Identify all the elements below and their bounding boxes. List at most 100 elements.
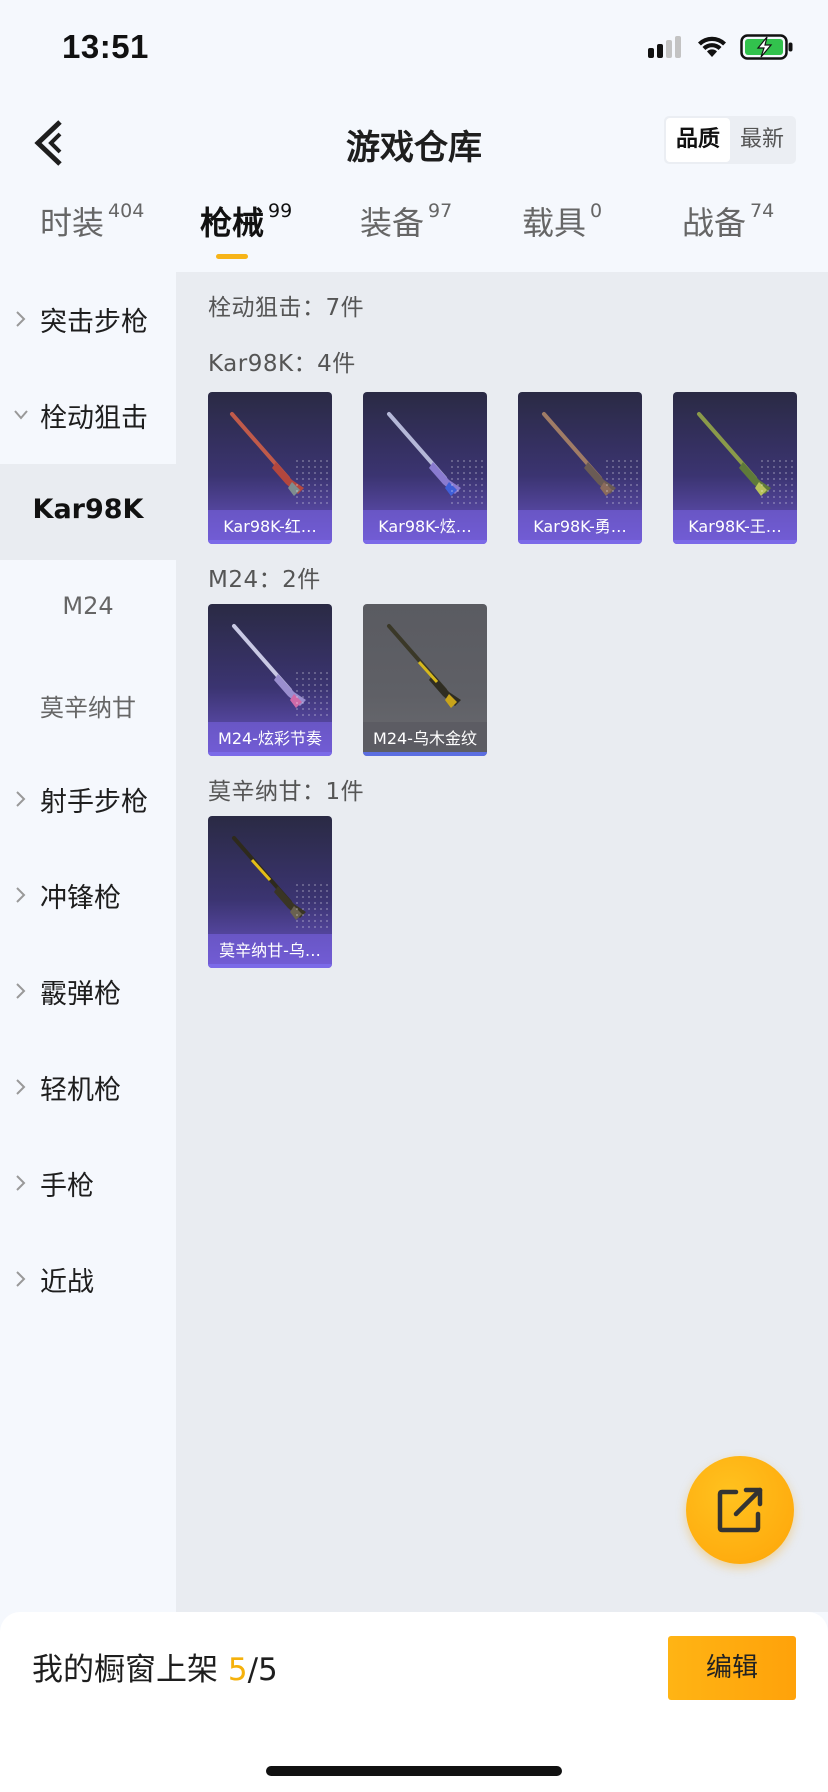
card-pattern	[604, 458, 638, 506]
sidebar-item-label: 轻机枪	[40, 1075, 121, 1106]
tab-count: 99	[268, 200, 293, 222]
sidebar-item-smg[interactable]: 冲锋枪	[0, 848, 176, 944]
rarity-bar	[208, 752, 332, 756]
sidebar-item-label: 栓动狙击	[40, 403, 148, 434]
item-name: Kar98K-勇…	[533, 517, 627, 536]
status-bar: 13:51	[0, 0, 828, 100]
tab-label: 装备	[360, 204, 425, 242]
showcase-total: /5	[247, 1652, 278, 1688]
rarity-bar	[363, 540, 487, 544]
card-pattern	[449, 458, 483, 506]
tab-supplies[interactable]: 战备 74	[682, 198, 774, 270]
tab-label: 时装	[40, 204, 105, 242]
sidebar-item-shotgun[interactable]: 霰弹枪	[0, 944, 176, 1040]
sidebar-item-label: M24	[62, 592, 114, 620]
sidebar-item-pistol[interactable]: 手枪	[0, 1136, 176, 1232]
item-name: Kar98K-红…	[223, 517, 317, 536]
sidebar-item-melee[interactable]: 近战	[0, 1232, 176, 1328]
tab-count: 97	[428, 200, 453, 222]
cellular-signal-icon	[648, 36, 684, 58]
chevron-right-icon	[16, 887, 26, 903]
tab-weapons[interactable]: 枪械 99	[200, 198, 292, 270]
bottom-bar: 我的橱窗上架 5/5 编辑	[0, 1612, 828, 1792]
battery-charging-icon	[740, 34, 793, 60]
rarity-bar	[673, 540, 797, 544]
sidebar-item-label: 近战	[40, 1267, 94, 1298]
item-name: M24-炫彩节奏	[218, 729, 322, 748]
tab-vehicles[interactable]: 载具 0	[522, 198, 602, 270]
tab-count: 0	[590, 200, 603, 222]
item-name: Kar98K-王…	[688, 517, 782, 536]
chevron-right-icon	[16, 983, 26, 999]
rarity-bar	[208, 964, 332, 968]
home-indicator[interactable]	[266, 1766, 562, 1776]
item-card[interactable]: 莫辛纳甘-乌…	[208, 816, 332, 968]
card-pattern	[759, 458, 793, 506]
sidebar-item-label: 突击步枪	[40, 307, 148, 338]
sidebar-item-label: 手枪	[40, 1171, 94, 1202]
card-pattern	[294, 882, 328, 930]
rifle-skin-icon	[387, 624, 461, 708]
chevron-right-icon	[16, 1175, 26, 1191]
sidebar-item-dmr[interactable]: 射手步枪	[0, 752, 176, 848]
status-time: 13:51	[62, 28, 149, 65]
active-tab-indicator	[216, 254, 248, 259]
item-card[interactable]: M24-炫彩节奏	[208, 604, 332, 756]
sort-quality-button[interactable]: 品质	[665, 118, 730, 162]
sidebar-item-label: 莫辛纳甘	[40, 694, 136, 722]
group-label-m24: M24：2件	[208, 567, 321, 593]
tab-label: 载具	[522, 204, 587, 242]
sidebar: 突击步枪 栓动狙击 Kar98K M24 莫辛纳甘 射手步枪 冲锋枪 霰弹枪 轻…	[0, 272, 176, 1612]
sidebar-item-mosin[interactable]: 莫辛纳甘	[0, 656, 176, 752]
showcase-status: 我的橱窗上架 5/5	[32, 1644, 278, 1689]
sidebar-item-label: 霰弹枪	[40, 979, 121, 1010]
sidebar-item-bolt-sniper[interactable]: 栓动狙击	[0, 368, 176, 464]
group-label-kar98k: Kar98K：4件	[208, 351, 356, 377]
sidebar-item-label: Kar98K	[32, 494, 144, 525]
showcase-current-count: 5	[227, 1652, 248, 1688]
chevron-right-icon	[16, 1079, 26, 1095]
wifi-icon	[698, 36, 726, 57]
status-icons	[648, 34, 794, 60]
header: 游戏仓库 品质 最新	[0, 100, 828, 186]
sidebar-item-label: 冲锋枪	[40, 883, 121, 914]
item-card[interactable]: Kar98K-炫…	[363, 392, 487, 544]
sidebar-item-kar98k[interactable]: Kar98K	[0, 464, 176, 560]
card-pattern	[294, 670, 328, 718]
showcase-label: 我的橱窗上架	[32, 1652, 228, 1688]
item-grid-panel: 栓动狙击：7件 Kar98K：4件 Kar98K-红… Kar98K-炫… Ka…	[176, 272, 828, 1612]
item-card[interactable]: Kar98K-王…	[673, 392, 797, 544]
tab-count: 74	[750, 200, 775, 222]
tab-equipment[interactable]: 装备 97	[360, 198, 452, 270]
share-external-icon	[717, 1487, 763, 1533]
sort-toggle: 品质 最新	[663, 116, 796, 164]
sidebar-item-lmg[interactable]: 轻机枪	[0, 1040, 176, 1136]
item-name: Kar98K-炫…	[378, 517, 472, 536]
tab-fashion[interactable]: 时装 404	[40, 198, 144, 270]
group-label-mosin: 莫辛纳甘：1件	[208, 779, 365, 805]
sort-newest-button[interactable]: 最新	[730, 118, 794, 162]
chevron-right-icon	[16, 791, 26, 807]
chevron-right-icon	[16, 1271, 26, 1287]
category-tabs: 时装 404 枪械 99 装备 97 载具 0 战备 74	[0, 198, 828, 270]
item-card[interactable]: Kar98K-勇…	[518, 392, 642, 544]
chevron-down-icon	[14, 410, 28, 420]
card-pattern	[294, 458, 328, 506]
item-card[interactable]: M24-乌木金纹	[363, 604, 487, 756]
item-card[interactable]: Kar98K-红…	[208, 392, 332, 544]
category-total-label: 栓动狙击：7件	[208, 295, 365, 321]
chevron-right-icon	[16, 311, 26, 327]
rarity-bar	[363, 752, 487, 756]
share-button[interactable]	[686, 1456, 794, 1564]
tab-count: 404	[108, 200, 145, 222]
sidebar-item-assault-rifle[interactable]: 突击步枪	[0, 272, 176, 368]
rarity-bar	[208, 540, 332, 544]
tab-label: 战备	[682, 204, 747, 242]
item-name: 莫辛纳甘-乌…	[219, 941, 321, 960]
edit-button[interactable]: 编辑	[668, 1636, 796, 1700]
sidebar-item-m24[interactable]: M24	[0, 560, 176, 656]
rarity-bar	[518, 540, 642, 544]
sidebar-item-label: 射手步枪	[40, 787, 148, 818]
item-name: M24-乌木金纹	[373, 729, 477, 748]
tab-label: 枪械	[200, 204, 265, 242]
